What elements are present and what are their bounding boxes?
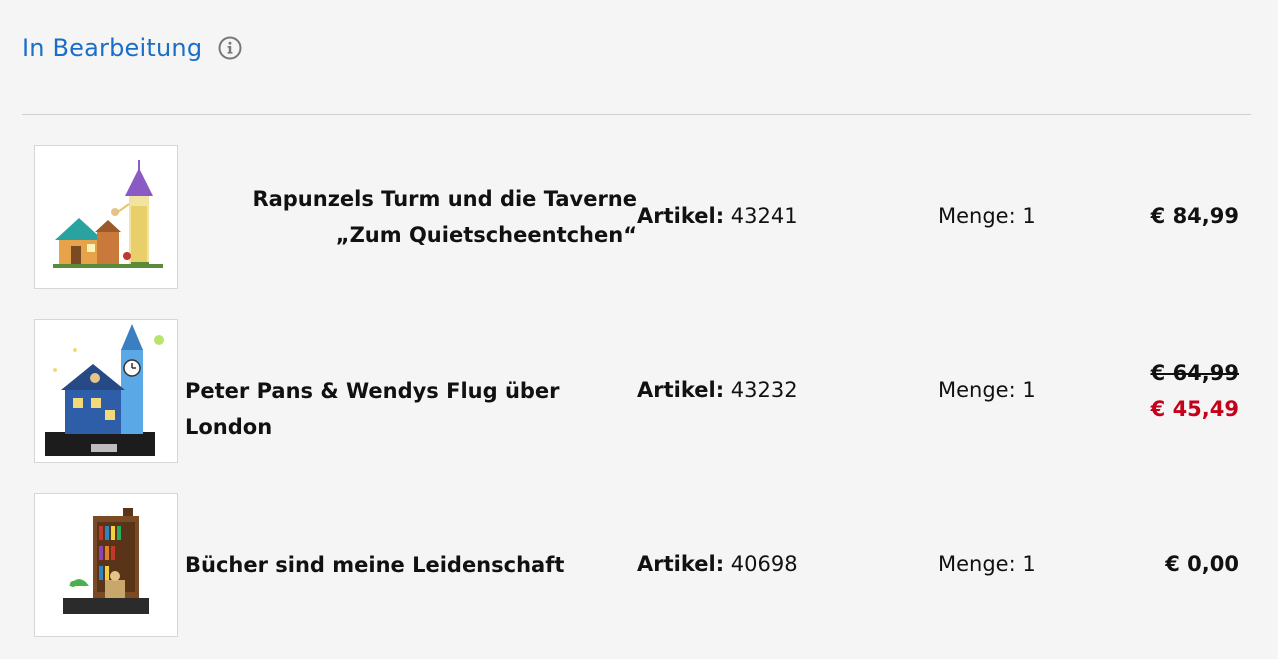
product-name[interactable]: Peter Pans & Wendys Flug über London	[185, 373, 637, 445]
article-label: Artikel:	[637, 552, 725, 576]
sale-price: € 45,49	[1150, 397, 1239, 421]
list-item: Peter Pans & Wendys Flug über London Art…	[34, 319, 1239, 463]
original-price: € 64,99	[1150, 361, 1239, 385]
product-image[interactable]	[34, 145, 178, 289]
article-number: Artikel: 43232	[637, 378, 798, 402]
quantity: Menge: 1	[938, 204, 1036, 228]
article-value: 43232	[730, 378, 798, 402]
product-name[interactable]: Bücher sind meine Leidenschaft	[185, 547, 637, 583]
article-value: 40698	[730, 552, 798, 576]
info-icon[interactable]	[218, 36, 242, 60]
product-image[interactable]	[34, 493, 178, 637]
list-item: Rapunzels Turm und die Taverne „Zum Quie…	[34, 145, 1239, 289]
section-divider	[22, 114, 1251, 115]
article-label: Artikel:	[637, 378, 725, 402]
section-header: In Bearbeitung	[22, 34, 242, 62]
article-label: Artikel:	[637, 204, 725, 228]
quantity: Menge: 1	[938, 378, 1036, 402]
quantity: Menge: 1	[938, 552, 1036, 576]
product-name[interactable]: Rapunzels Turm und die Taverne „Zum Quie…	[185, 181, 637, 253]
article-number: Artikel: 43241	[637, 204, 798, 228]
product-image[interactable]	[34, 319, 178, 463]
article-number: Artikel: 40698	[637, 552, 798, 576]
list-item: Bücher sind meine Leidenschaft Artikel: …	[34, 493, 1239, 637]
section-title: In Bearbeitung	[22, 34, 203, 62]
article-value: 43241	[730, 204, 798, 228]
price: € 84,99	[1150, 204, 1239, 228]
order-status-page: In Bearbeitung Rapunzels Turm und die Ta…	[0, 0, 1278, 659]
price: € 0,00	[1165, 552, 1239, 576]
